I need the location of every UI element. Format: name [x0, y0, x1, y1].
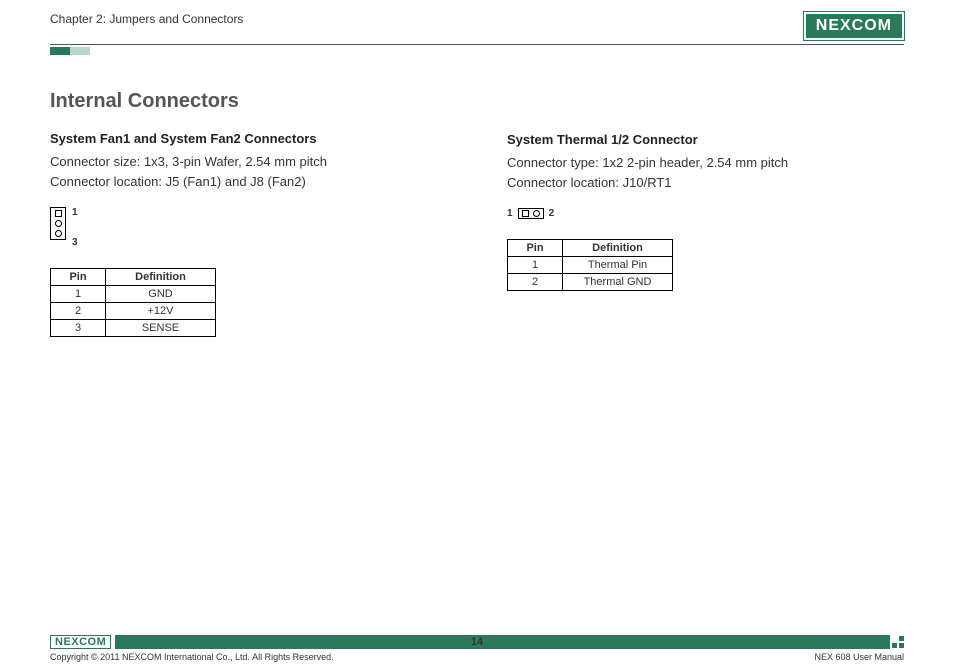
page-footer: NEXCOM 14 Copyright © 2011 NEXCOM Intern…	[50, 635, 904, 662]
pin-3-circle-icon	[55, 230, 62, 237]
pin-1-square-icon	[55, 210, 62, 217]
th-pin: Pin	[51, 269, 106, 286]
right-desc: Connector type: 1x2 2-pin header, 2.54 m…	[507, 153, 904, 192]
table-row: 1GND	[51, 286, 216, 303]
pin-label-1: 1	[72, 207, 78, 218]
thermal-pin-diagram: 1 2	[507, 208, 904, 219]
left-line1: Connector size: 1x3, 3-pin Wafer, 2.54 m…	[50, 152, 447, 172]
table-row: 1Thermal Pin	[508, 257, 673, 274]
th-pin-r: Pin	[508, 240, 563, 257]
chapter-title: Chapter 2: Jumpers and Connectors	[50, 12, 243, 26]
left-subtitle: System Fan1 and System Fan2 Connectors	[50, 131, 447, 146]
section-title: Internal Connectors	[50, 90, 447, 113]
right-subtitle: System Thermal 1/2 Connector	[507, 132, 904, 147]
pin-h-label-2: 2	[549, 208, 555, 219]
page-number: 14	[50, 636, 904, 648]
pin-h1-square-icon	[522, 210, 529, 217]
page-header: Chapter 2: Jumpers and Connectors NEXCOM	[50, 12, 904, 45]
fan-pin-box	[50, 207, 66, 240]
table-row: 2Thermal GND	[508, 274, 673, 291]
pin-h-label-1: 1	[507, 208, 513, 219]
brand-text: NEXCOM	[816, 17, 892, 35]
pin-h2-circle-icon	[533, 210, 540, 217]
right-column: System Thermal 1/2 Connector Connector t…	[507, 90, 904, 337]
th-def: Definition	[106, 269, 216, 286]
th-def-r: Definition	[563, 240, 673, 257]
content-area: Internal Connectors System Fan1 and Syst…	[50, 90, 904, 337]
right-line1: Connector type: 1x2 2-pin header, 2.54 m…	[507, 153, 904, 173]
brand-logo-top: NEXCOM	[804, 12, 904, 40]
left-column: Internal Connectors System Fan1 and Syst…	[50, 90, 447, 337]
fan-pin-labels: 1 3	[72, 207, 78, 248]
footer-text: Copyright © 2011 NEXCOM International Co…	[50, 652, 904, 662]
copyright-text: Copyright © 2011 NEXCOM International Co…	[50, 652, 334, 662]
left-line2: Connector location: J5 (Fan1) and J8 (Fa…	[50, 172, 447, 192]
fan-pin-table: Pin Definition 1GND 2+12V 3SENSE	[50, 268, 216, 337]
thermal-pin-box	[518, 208, 544, 219]
fan-pin-diagram: 1 3	[50, 207, 447, 248]
thermal-pin-table: Pin Definition 1Thermal Pin 2Thermal GND	[507, 239, 673, 291]
table-row: 3SENSE	[51, 320, 216, 337]
left-desc: Connector size: 1x3, 3-pin Wafer, 2.54 m…	[50, 152, 447, 191]
header-tab-decor	[50, 47, 904, 55]
pin-label-3: 3	[72, 237, 78, 248]
table-row: 2+12V	[51, 303, 216, 320]
doc-name: NEX 608 User Manual	[814, 652, 904, 662]
right-line2: Connector location: J10/RT1	[507, 173, 904, 193]
pin-2-circle-icon	[55, 220, 62, 227]
